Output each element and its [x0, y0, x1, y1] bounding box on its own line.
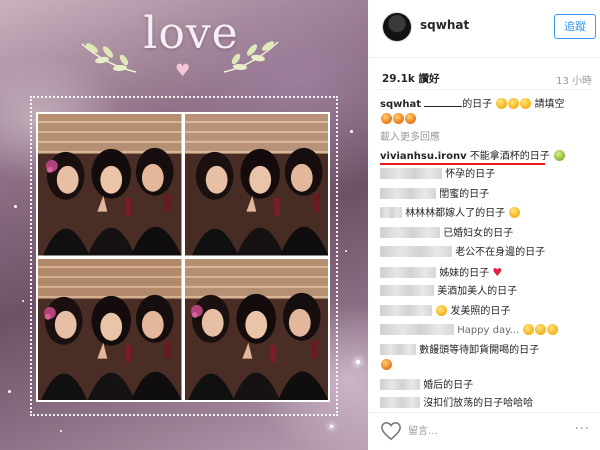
collage-cell-2 — [184, 114, 328, 256]
caption: sqwhat 的日子 請填空 — [380, 98, 594, 112]
smile-emoji-icon — [436, 305, 448, 316]
list-item: 林林林都嫁人了的日子 — [380, 207, 594, 221]
list-item: 姊妹的日子 ♥ — [380, 266, 594, 281]
blurred-username — [380, 324, 454, 335]
username-link[interactable]: sqwhat — [420, 18, 469, 32]
comment-text: Happy day... — [457, 325, 520, 336]
blurred-username — [380, 267, 436, 278]
face-emoji-icon — [523, 324, 535, 335]
comment-text: 閨蜜的日子 — [439, 189, 490, 200]
blurred-username — [380, 344, 416, 355]
sparkle-decoration — [345, 250, 347, 252]
comment-text: 數饅頭等待卸貨開喝的日子 — [419, 345, 540, 356]
red-underline-annotation — [380, 163, 545, 165]
tongue-emoji-icon — [381, 359, 392, 370]
comment-text: 不能拿酒杯的日子 — [469, 151, 550, 162]
list-item: 閨蜜的日子 — [380, 188, 594, 202]
comment-text: 美酒加美人的日子 — [437, 286, 518, 297]
smirk-emoji-icon — [520, 98, 532, 109]
list-item: 怀孕的日子 — [380, 168, 594, 182]
comment-text: 婚后的日子 — [423, 380, 474, 391]
comment-text: 林林林都嫁人了的日子 — [405, 208, 506, 219]
sparkle-decoration — [350, 130, 353, 133]
blurred-username — [380, 305, 432, 316]
comment-input[interactable] — [408, 421, 588, 441]
tongue-emoji-icon — [393, 113, 404, 124]
photo-collage — [36, 112, 330, 402]
comment-text: 老公不在身邊的日子 — [455, 247, 546, 258]
list-item: 數饅頭等待卸貨開喝的日子 — [380, 344, 594, 358]
post-actions: ··· — [368, 412, 600, 450]
sparkle-decoration — [356, 360, 360, 364]
list-item: 美酒加美人的日子 — [380, 285, 594, 299]
list-item: vivianhsu.ironv 不能拿酒杯的日子 — [380, 150, 594, 164]
list-item-continuation — [380, 359, 594, 373]
sparkle-decoration — [60, 430, 62, 432]
load-more-link[interactable]: 載入更多回應 — [380, 132, 440, 143]
grin-emoji-icon — [509, 207, 521, 218]
comment-text: 姊妹的日子 — [439, 268, 490, 279]
list-item: 老公不在身邊的日子 — [380, 246, 594, 260]
tongue-emoji-icon — [381, 113, 392, 124]
list-item: 婚后的日子 — [380, 379, 594, 393]
like-count[interactable]: 29.1k 讚好 — [382, 71, 440, 86]
post-header: sqwhat 追蹤 — [368, 0, 600, 58]
comment-text: 沒扣们放荡的日子哈哈哈 — [423, 398, 534, 409]
love-overlay-text: love — [143, 8, 239, 59]
comment-text: 发美照的日子 — [450, 306, 511, 317]
caption-tail: 請填空 — [534, 99, 565, 110]
collage-cell-1 — [38, 114, 182, 256]
list-item: 沒扣们放荡的日子哈哈哈 — [380, 397, 594, 411]
blurred-username — [380, 379, 420, 390]
sparkle-decoration — [22, 300, 24, 302]
caption-text: 的日子 — [462, 99, 493, 110]
post-sidebar: sqwhat 追蹤 29.1k 讚好 13 小時 sqwhat 的日子 請填空 … — [368, 0, 600, 450]
face-emoji-icon — [547, 324, 559, 335]
avatar[interactable] — [382, 12, 412, 42]
caption-username[interactable]: sqwhat — [380, 99, 421, 110]
divider — [378, 89, 592, 90]
ellipsis-icon[interactable]: ··· — [575, 422, 590, 437]
caption-emoji-row — [380, 113, 594, 127]
comment-text: 已婚妇女的日子 — [443, 228, 514, 239]
group-photo-image — [184, 114, 328, 256]
collage-cell-3 — [38, 258, 182, 400]
post-photo[interactable]: love ♥ — [0, 0, 368, 450]
blurred-username — [380, 397, 420, 408]
comment-text: 怀孕的日子 — [445, 169, 496, 180]
tongue-emoji-icon — [405, 113, 416, 124]
heart-outline-icon[interactable] — [380, 421, 402, 441]
load-more-comments[interactable]: 載入更多回應 — [380, 131, 594, 145]
fill-in-blank-line — [424, 98, 463, 107]
blurred-username — [380, 227, 440, 238]
list-item: 已婚妇女的日子 — [380, 227, 594, 241]
blurred-username — [380, 168, 442, 179]
red-heart-icon: ♥ — [492, 266, 503, 279]
sparkle-decoration — [14, 205, 17, 208]
blurred-username — [380, 188, 436, 199]
sick-emoji-icon — [554, 150, 565, 161]
sparkle-decoration — [8, 390, 11, 393]
comment-list: sqwhat 的日子 請填空 載入更多回應 vivianhsu.ironv 不能… — [368, 94, 600, 412]
smirk-emoji-icon — [496, 98, 508, 109]
group-photo-image — [38, 258, 182, 400]
smirk-emoji-icon — [508, 98, 520, 109]
pink-heart-icon: ♥ — [175, 61, 191, 81]
group-photo-image — [184, 258, 328, 400]
post-stats: 29.1k 讚好 13 小時 — [368, 62, 600, 90]
blurred-username — [380, 207, 402, 218]
group-photo-image — [38, 114, 182, 256]
face-emoji-icon — [535, 324, 547, 335]
list-item: Happy day... — [380, 324, 594, 338]
sparkle-decoration — [330, 425, 333, 428]
blurred-username — [380, 246, 452, 257]
comment-username[interactable]: vivianhsu.ironv — [380, 151, 467, 162]
collage-cell-4 — [184, 258, 328, 400]
post-timestamp[interactable]: 13 小時 — [556, 72, 592, 87]
blurred-username — [380, 285, 434, 296]
list-item: 发美照的日子 — [380, 305, 594, 319]
follow-button[interactable]: 追蹤 — [554, 14, 596, 39]
